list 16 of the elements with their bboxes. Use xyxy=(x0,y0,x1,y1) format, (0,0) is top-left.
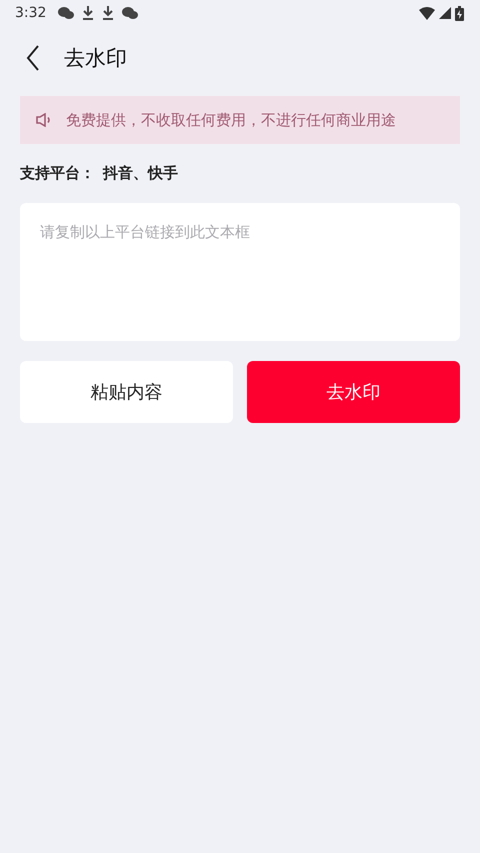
link-input-field[interactable]: 请复制以上平台链接到此文本框 xyxy=(20,203,460,341)
signal-icon xyxy=(439,7,451,19)
remove-watermark-button[interactable]: 去水印 xyxy=(247,361,460,423)
download-icon xyxy=(102,6,114,20)
chat-icon xyxy=(58,6,74,20)
download-icon xyxy=(82,6,94,20)
chat-icon xyxy=(122,6,138,20)
status-time: 3:32 xyxy=(15,5,46,21)
wifi-icon xyxy=(419,6,435,20)
battery-charging-icon xyxy=(455,6,464,20)
paste-button[interactable]: 粘贴内容 xyxy=(20,361,233,423)
speaker-icon xyxy=(36,113,52,127)
notice-text: 免费提供，不收取任何费用，不进行任何商业用途 xyxy=(66,110,396,130)
platforms-label: 支持平台： xyxy=(20,164,95,183)
page-title: 去水印 xyxy=(64,45,127,72)
platforms-value: 抖音、快手 xyxy=(103,164,178,183)
